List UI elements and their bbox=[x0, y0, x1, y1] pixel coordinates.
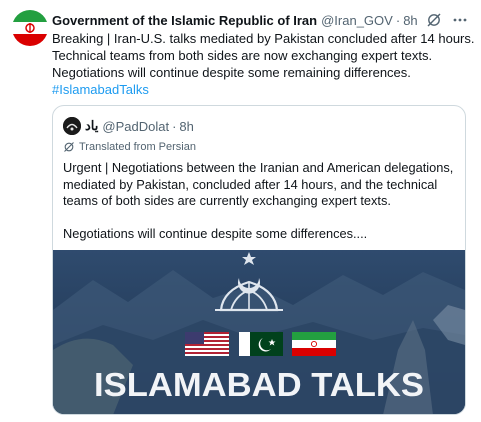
tweet-header: Government of the Islamic Republic of Ir… bbox=[52, 10, 468, 30]
more-icon[interactable] bbox=[452, 12, 468, 28]
quote-media-image[interactable]: ISLAMABAD TALKS bbox=[53, 250, 465, 414]
quote-avatar[interactable] bbox=[63, 117, 81, 135]
author-name[interactable]: Government of the Islamic Republic of Ir… bbox=[52, 13, 317, 28]
quote-author-handle[interactable]: @PadDolat bbox=[102, 119, 169, 134]
quote-time[interactable]: 8h bbox=[179, 119, 193, 134]
tweet-line: Breaking | Iran-U.S. talks mediated by P… bbox=[52, 31, 475, 46]
tweet[interactable]: Government of the Islamic Republic of Ir… bbox=[0, 0, 481, 422]
tweet-text: Breaking | Iran-U.S. talks mediated by P… bbox=[52, 30, 475, 98]
author-handle[interactable]: @Iran_GOV bbox=[321, 13, 393, 28]
author-avatar[interactable] bbox=[12, 10, 48, 46]
quote-line: mediated by Pakistan, concluded after 14… bbox=[63, 176, 438, 192]
tweet-line: Negotiations will continue despite some … bbox=[52, 65, 411, 80]
us-flag bbox=[185, 332, 229, 356]
separator-dot: · bbox=[172, 118, 177, 134]
media-title-text: ISLAMABAD TALKS bbox=[94, 366, 424, 403]
translated-label: Translated from Persian bbox=[63, 140, 465, 154]
quote-header: یاد @PadDolat · 8h bbox=[63, 116, 465, 136]
separator-dot: · bbox=[395, 12, 401, 28]
quote-line: Negotiations will continue despite some … bbox=[63, 226, 368, 241]
translated-text: Translated from Persian bbox=[79, 141, 196, 153]
quote-line: Urgent | Negotiations between the Irania… bbox=[63, 160, 454, 175]
media-title: ISLAMABAD TALKS bbox=[94, 366, 424, 403]
tweet-line: Technical teams from both sides are now … bbox=[52, 48, 433, 63]
tweet-time[interactable]: 8h bbox=[403, 13, 417, 28]
islamabad-talks-emblem bbox=[215, 252, 283, 312]
grok-icon bbox=[63, 141, 75, 153]
iran-flag bbox=[292, 332, 336, 356]
pakistan-flag bbox=[239, 332, 283, 356]
grok-icon[interactable] bbox=[426, 12, 442, 28]
hashtag-link[interactable]: #IslamabadTalks bbox=[52, 82, 149, 97]
quote-line: teams of both sides are currently exchan… bbox=[63, 193, 391, 208]
quoted-tweet[interactable]: یاد @PadDolat · 8h Translated from Persi… bbox=[52, 105, 466, 415]
quote-author-name[interactable]: یاد bbox=[85, 118, 98, 134]
quote-text: Urgent | Negotiations between the Irania… bbox=[63, 160, 465, 243]
